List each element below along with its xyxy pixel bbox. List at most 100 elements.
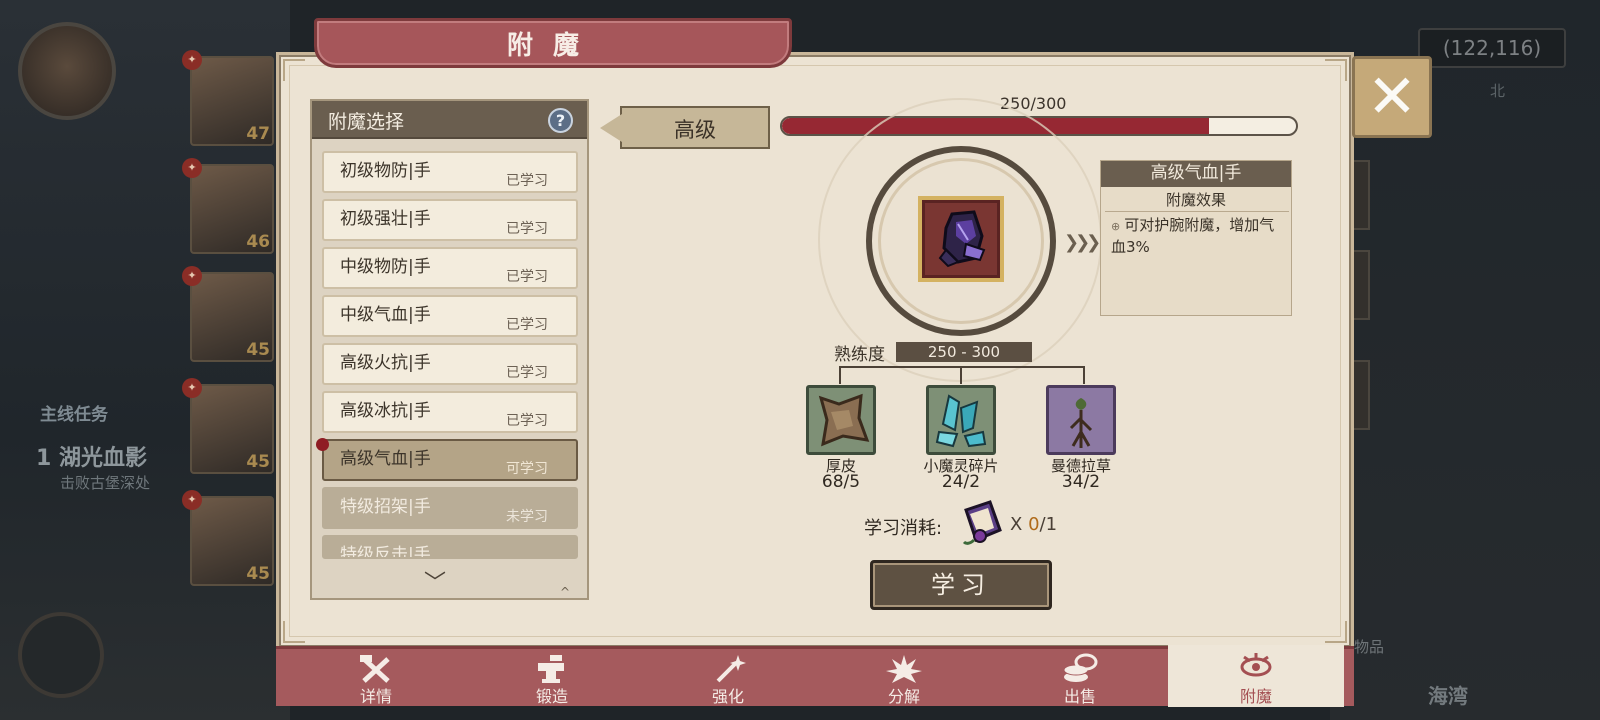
tab-details[interactable]: 详情 <box>288 649 464 707</box>
effect-subtitle: 附魔效果 <box>1165 191 1226 209</box>
bg-character-level: 45 <box>246 340 270 360</box>
material-slot-mandrake[interactable] <box>1046 385 1116 455</box>
tab-label: 分解 <box>887 687 920 706</box>
bg-character-badge: ✦ <box>182 158 202 178</box>
effect-box: 高级气血|手 附魔效果 ⊕ 可对护腕附魔，增加气血3% <box>1100 160 1292 316</box>
list-item-status: 已学习 <box>506 365 548 381</box>
corner-ornament <box>1325 59 1347 81</box>
list-item-status: 已学习 <box>506 317 548 333</box>
bg-character-card: ✦ 47 <box>182 50 274 146</box>
enchant-scroll-icon <box>962 500 1002 545</box>
scroll-down-icon[interactable]: ﹀ <box>424 565 446 597</box>
tab-forge[interactable]: 锻造 <box>464 649 640 707</box>
effect-description-text: 可对护腕附魔，增加气血3% <box>1111 216 1275 256</box>
list-item-name: 特级招架|手 <box>340 497 431 517</box>
list-item-status: 可学习 <box>506 461 548 477</box>
tab-enchant[interactable]: 附魔 <box>1168 645 1344 707</box>
bottom-tab-bar: 详情 锻造 强化 分解 出售 附魔 <box>276 645 1354 707</box>
corner-ornament <box>1325 621 1347 643</box>
bg-task-title: 1 湖光血影 <box>36 446 147 471</box>
list-header-title: 附魔选择 <box>328 111 405 133</box>
bg-character-badge: ✦ <box>182 50 202 70</box>
tab-enhance[interactable]: 强化 <box>640 649 816 707</box>
list-item-selected[interactable]: 高级气血|手 可学习 <box>316 438 578 481</box>
new-indicator-dot <box>316 438 329 451</box>
list-item-name: 高级火抗|手 <box>340 353 431 373</box>
tab-label: 附魔 <box>1239 687 1272 706</box>
player-portrait[interactable] <box>18 22 116 120</box>
material-slot-leather[interactable] <box>806 385 876 455</box>
map-coordinates: (122,116) <box>1418 28 1566 68</box>
proficiency-label: 熟练度 <box>834 345 885 365</box>
tab-label: 锻造 <box>535 687 568 706</box>
bg-character-level: 47 <box>246 124 270 144</box>
branch-line <box>839 366 1085 368</box>
help-icon[interactable]: ? <box>548 108 573 133</box>
arrow-right-icon: ❯❯❯ <box>1064 232 1101 253</box>
mandrake-icon <box>1069 398 1093 448</box>
bg-character-card: ✦ 46 <box>182 158 274 254</box>
tab-dismantle[interactable]: 分解 <box>816 649 992 707</box>
bg-character-card: ✦ 45 <box>182 266 274 362</box>
bg-character-level: 45 <box>246 452 270 472</box>
list-item-name: 高级冰抗|手 <box>340 401 431 421</box>
list-item-status: 未学习 <box>506 509 548 525</box>
branch-line <box>960 366 962 384</box>
effect-description: ⊕ 可对护腕附魔，增加气血3% <box>1111 215 1287 258</box>
effect-title: 高级气血|手 <box>1101 161 1291 187</box>
cost-have: 0 <box>1028 514 1040 535</box>
corner-ornament <box>283 59 305 81</box>
close-button[interactable]: ✕ <box>1352 56 1432 138</box>
branch-line <box>839 366 841 384</box>
bg-character-card: ✦ 45 <box>182 490 274 586</box>
bg-character-level: 45 <box>246 564 270 584</box>
bg-character-level: 46 <box>246 232 270 252</box>
learn-cost-amount: X 0/1 <box>1010 514 1057 535</box>
enchant-item-slot[interactable] <box>918 196 1004 282</box>
list-item[interactable]: 初级物防|手 已学习 <box>322 151 578 193</box>
list-item-status: 已学习 <box>506 269 548 285</box>
material-slot-crystal[interactable] <box>926 385 996 455</box>
level-label: 高级 <box>674 118 716 142</box>
tab-label: 出售 <box>1063 687 1096 706</box>
compass-north: 北 <box>1490 82 1506 100</box>
list-item[interactable]: 初级强壮|手 已学习 <box>322 199 578 241</box>
bullet-icon: ⊕ <box>1111 220 1121 233</box>
bg-location-label: 海湾 <box>1428 684 1468 708</box>
bg-joystick[interactable] <box>18 612 104 698</box>
bg-character-badge: ✦ <box>182 490 202 510</box>
list-item[interactable]: 高级冰抗|手 已学习 <box>322 391 578 433</box>
leather-icon <box>818 393 870 447</box>
bg-task-sub: 击败古堡深处 <box>60 474 151 492</box>
bg-character-card: ✦ 45 <box>182 378 274 474</box>
eye-rune-icon <box>1240 653 1272 677</box>
material-count: 34/2 <box>1061 472 1101 492</box>
explode-icon <box>886 655 922 683</box>
crystal-shard-icon <box>935 394 987 448</box>
list-item-status: 已学习 <box>506 173 548 189</box>
list-item[interactable]: 中级物防|手 已学习 <box>322 247 578 289</box>
panel-title: 附魔 <box>506 31 599 61</box>
bg-items-label: 物品 <box>1354 638 1385 656</box>
scroll-caret-icon: ^ <box>560 585 571 599</box>
gauntlet-icon <box>938 210 986 268</box>
enchant-list-panel: 附魔选择 ? 初级物防|手 已学习 初级强壮|手 已学习 中级物防|手 已学习 … <box>310 99 589 600</box>
list-item-name: 初级物防|手 <box>340 161 431 181</box>
effect-divider <box>1105 211 1289 212</box>
cost-multiplier: X <box>1010 514 1023 535</box>
list-item-name: 中级物防|手 <box>340 257 431 277</box>
hammer-cross-icon <box>360 655 390 683</box>
list-item[interactable]: 高级火抗|手 已学习 <box>322 343 578 385</box>
title-ribbon: 附魔 <box>314 18 792 68</box>
tab-label: 强化 <box>711 687 744 706</box>
list-item-name: 中级气血|手 <box>340 305 431 325</box>
list-item[interactable]: 特级反击|手 <box>322 535 578 559</box>
tab-sell[interactable]: 出售 <box>992 649 1168 707</box>
bg-task-header: 主线任务 <box>40 405 108 425</box>
list-item[interactable]: 中级气血|手 已学习 <box>322 295 578 337</box>
learn-cost-label: 学习消耗: <box>864 518 943 539</box>
coins-icon <box>1063 653 1098 682</box>
list-item[interactable]: 特级招架|手 未学习 <box>322 487 578 529</box>
learn-button[interactable]: 学习 <box>870 560 1052 610</box>
list-item-name: 初级强壮|手 <box>340 209 431 229</box>
